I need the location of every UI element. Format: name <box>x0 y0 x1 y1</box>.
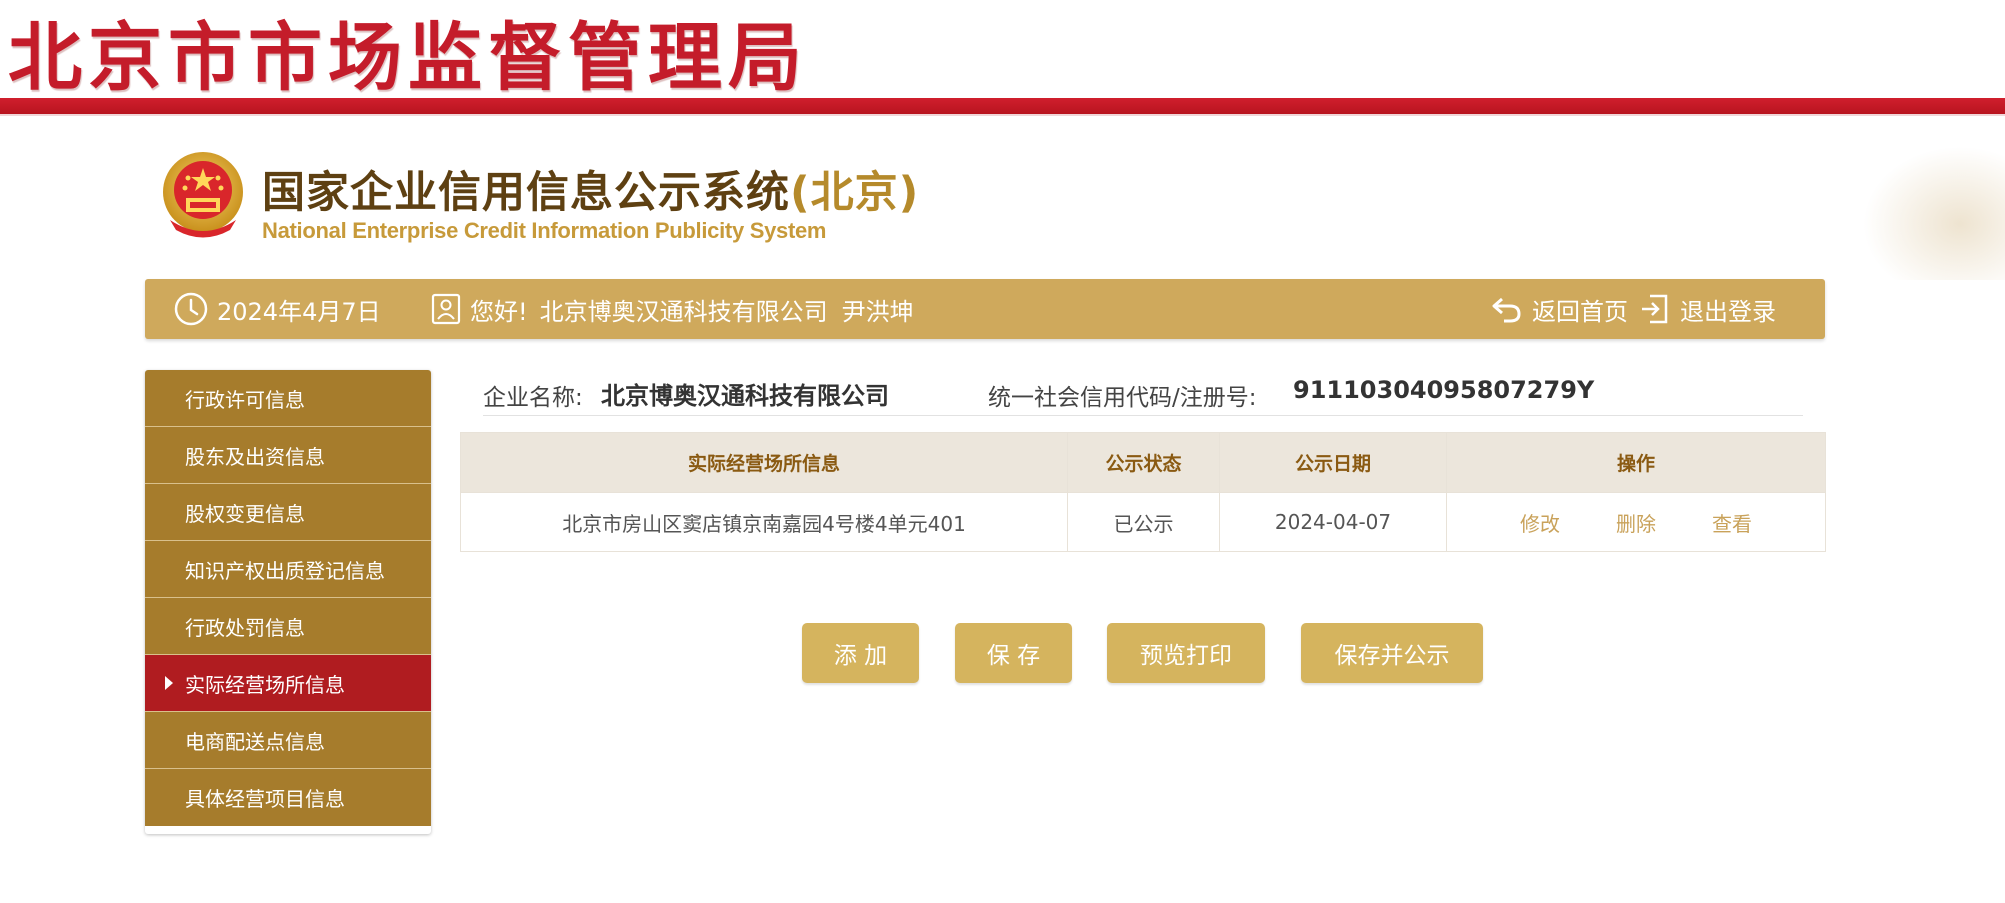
header-date: 2024年4月7日 <box>173 279 381 339</box>
header-greeting: 您好! 北京博奥汉通科技有限公司 尹洪坤 <box>430 279 914 339</box>
banner-divider <box>0 114 2005 116</box>
system-region: (北京) <box>790 168 920 218</box>
view-link[interactable]: 查看 <box>1712 512 1752 536</box>
active-arrow-icon <box>165 676 173 690</box>
credit-code-label: 统一社会信用代码/注册号: <box>988 385 1257 411</box>
col-header-actions: 操作 <box>1446 432 1826 493</box>
company-name-label: 企业名称: <box>483 385 583 411</box>
credit-code-value: 91110304095807279Y <box>1293 376 1595 404</box>
sidebar-item-business-premises[interactable]: 实际经营场所信息 <box>145 655 431 712</box>
cell-actions: 修改 删除 查看 <box>1446 492 1826 552</box>
sidebar-item-admin-license[interactable]: 行政许可信息 <box>145 370 431 427</box>
save-publish-button[interactable]: 保存并公示 <box>1301 623 1483 683</box>
sidebar-item-ecommerce-delivery[interactable]: 电商配送点信息 <box>145 712 431 769</box>
sidebar-item-shareholders[interactable]: 股东及出资信息 <box>145 427 431 484</box>
logout-icon <box>1642 294 1668 324</box>
corner-decoration <box>1855 140 2005 280</box>
col-header-status: 公示状态 <box>1067 432 1220 493</box>
home-link[interactable]: 返回首页 <box>1490 279 1628 339</box>
premises-table: 实际经营场所信息 公示状态 公示日期 操作 北京市房山区窦店镇京南嘉园4号楼4单… <box>460 432 1826 552</box>
company-info: 企业名称: 北京博奥汉通科技有限公司 统一社会信用代码/注册号: 9111030… <box>483 368 1803 416</box>
edit-link[interactable]: 修改 <box>1520 512 1560 536</box>
sidebar-item-ip-pledge[interactable]: 知识产权出质登记信息 <box>145 541 431 598</box>
sidebar-item-equity-change[interactable]: 股权变更信息 <box>145 484 431 541</box>
cell-address: 北京市房山区窦店镇京南嘉园4号楼4单元401 <box>460 492 1068 552</box>
preview-print-button[interactable]: 预览打印 <box>1107 623 1265 683</box>
system-subtitle: National Enterprise Credit Information P… <box>262 218 827 243</box>
national-emblem-icon <box>163 152 243 238</box>
sidebar-nav: 行政许可信息 股东及出资信息 股权变更信息 知识产权出质登记信息 行政处罚信息 … <box>145 370 431 834</box>
table-row: 北京市房山区窦店镇京南嘉园4号楼4单元401 已公示 2024-04-07 修改… <box>460 492 1826 552</box>
banner-red-bar <box>0 98 2005 114</box>
user-card-icon <box>431 293 461 325</box>
save-button[interactable]: 保 存 <box>955 623 1072 683</box>
sidebar-item-business-projects[interactable]: 具体经营项目信息 <box>145 769 431 826</box>
clock-icon <box>174 292 208 326</box>
cell-status: 已公示 <box>1067 492 1220 552</box>
cell-date: 2024-04-07 <box>1219 492 1447 552</box>
table-header-row: 实际经营场所信息 公示状态 公示日期 操作 <box>460 432 1826 493</box>
system-title: 国家企业信用信息公示系统(北京) <box>262 168 920 218</box>
return-arrow-icon <box>1492 297 1521 323</box>
agency-title: 北京市市场监督管理局 <box>8 15 808 101</box>
top-banner: 北京市市场监督管理局 <box>0 0 2005 101</box>
header-company: 北京博奥汉通科技有限公司 <box>539 297 828 326</box>
company-name-value: 北京博奥汉通科技有限公司 <box>601 382 889 410</box>
col-header-premises: 实际经营场所信息 <box>460 432 1068 493</box>
header-user: 尹洪坤 <box>841 297 914 326</box>
sidebar-item-admin-penalty[interactable]: 行政处罚信息 <box>145 598 431 655</box>
add-button[interactable]: 添 加 <box>802 623 919 683</box>
info-divider <box>483 415 1803 416</box>
delete-link[interactable]: 删除 <box>1616 512 1656 536</box>
header-bar: 2024年4月7日 您好! 北京博奥汉通科技有限公司 尹洪坤 返回首页 退出登录 <box>145 279 1825 339</box>
logout-link[interactable]: 退出登录 <box>1638 279 1776 339</box>
col-header-date: 公示日期 <box>1219 432 1447 493</box>
